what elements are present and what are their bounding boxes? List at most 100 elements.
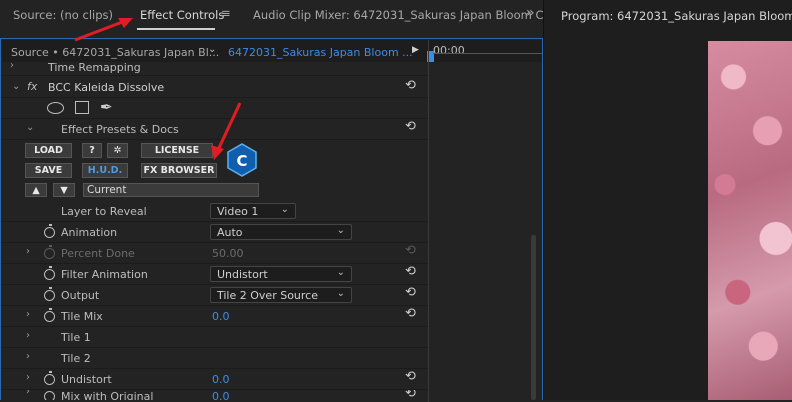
reset-icon[interactable]: ⟲: [405, 78, 416, 93]
param-label: Output: [61, 289, 100, 302]
param-row-filter-animation: Filter Animation Undistort ⌄ ⟲: [1, 264, 427, 285]
presets-row[interactable]: ⌄ Effect Presets & Docs ⟲: [1, 119, 427, 140]
license-button[interactable]: LICENSE: [141, 143, 213, 158]
animation-dropdown[interactable]: Auto ⌄: [210, 224, 352, 240]
effect-header-row[interactable]: ⌄ fx BCC Kaleida Dissolve ⟲: [1, 77, 427, 98]
fx-browser-button[interactable]: FX BROWSER: [141, 163, 217, 178]
param-label: Layer to Reveal: [61, 205, 147, 218]
hud-button[interactable]: H.U.D.: [82, 163, 128, 178]
chevron-right-icon[interactable]: ›: [26, 330, 30, 341]
reset-icon[interactable]: ⟲: [405, 306, 416, 321]
param-row-output: Output Tile 2 Over Source ⌄ ⟲: [1, 285, 427, 306]
param-row-tile-mix: › Tile Mix 0.0 ⟲: [1, 306, 427, 327]
filter-animation-dropdown[interactable]: Undistort ⌄: [210, 266, 352, 282]
timeline-ruler: [433, 53, 542, 54]
param-label: Undistort: [61, 373, 112, 386]
chevron-down-icon[interactable]: ⌄: [26, 122, 34, 133]
logo-letter: C: [236, 152, 247, 170]
timeline-divider: [428, 40, 429, 402]
tab-effect-controls[interactable]: Effect Controls: [140, 8, 224, 22]
load-button[interactable]: LOAD: [25, 143, 72, 158]
param-label: Percent Done: [61, 247, 135, 260]
mix-with-original-value[interactable]: 0.0: [212, 390, 230, 400]
stopwatch-icon[interactable]: [44, 391, 55, 400]
time-remapping-row[interactable]: › Time Remapping: [1, 60, 427, 76]
stopwatch-icon[interactable]: [44, 245, 55, 259]
dropdown-value: Undistort: [217, 268, 268, 281]
undistort-value[interactable]: 0.0: [212, 373, 230, 386]
play-triangle-icon[interactable]: ▶: [412, 45, 419, 55]
param-label: Tile 2: [61, 352, 91, 365]
bcc-logo-icon[interactable]: C: [226, 143, 258, 177]
chevron-right-icon[interactable]: ›: [26, 390, 30, 397]
source-clip-label[interactable]: Source • 6472031_Sakuras Japan Bl...: [11, 46, 219, 59]
reset-icon[interactable]: ⟲: [405, 264, 416, 279]
stopwatch-icon[interactable]: [44, 371, 55, 385]
reset-icon[interactable]: ⟲: [405, 285, 416, 300]
mask-tools-row: ✒: [1, 98, 427, 119]
output-dropdown[interactable]: Tile 2 Over Source ⌄: [210, 287, 352, 303]
timeline-timecode: 00:00: [433, 44, 465, 57]
chevron-right-icon[interactable]: ›: [26, 372, 30, 383]
stopwatch-icon[interactable]: [44, 224, 55, 238]
scrollbar[interactable]: [531, 235, 536, 400]
ellipse-mask-icon[interactable]: [47, 102, 64, 114]
preset-down-button[interactable]: ▼: [53, 183, 75, 197]
chevron-right-icon[interactable]: ›: [10, 60, 14, 71]
time-remapping-label: Time Remapping: [48, 61, 141, 74]
tab-overflow-icon[interactable]: »: [526, 5, 535, 21]
save-button[interactable]: SAVE: [25, 163, 72, 178]
reset-icon[interactable]: ⟲: [405, 369, 416, 384]
preset-up-button[interactable]: ▲: [25, 183, 47, 197]
param-row-undistort: › Undistort 0.0 ⟲: [1, 369, 427, 390]
chevron-down-icon: ⌄: [336, 267, 345, 278]
chevron-down-icon: ⌄: [280, 204, 289, 215]
param-row-tile-2[interactable]: › Tile 2: [1, 348, 427, 369]
effect-controls-panel: Source: (no clips) Effect Controls ≡ Aud…: [0, 0, 544, 402]
rectangle-mask-icon[interactable]: [75, 101, 89, 114]
layer-to-reveal-dropdown[interactable]: Video 1 ⌄: [210, 203, 296, 219]
stopwatch-icon[interactable]: [44, 308, 55, 322]
sequence-clip-label[interactable]: 6472031_Sakuras Japan Bloom ...: [228, 46, 413, 59]
param-row-percent-done: › Percent Done 50.00 ⟲: [1, 243, 427, 264]
percent-done-value[interactable]: 50.00: [212, 247, 244, 260]
settings-gear-button[interactable]: ✲: [107, 143, 128, 158]
stopwatch-icon[interactable]: [44, 287, 55, 301]
program-monitor-panel: Program: 6472031_Sakuras Japan Bloom Che…: [543, 0, 792, 400]
preset-name-field[interactable]: Current: [83, 183, 259, 197]
help-button[interactable]: ?: [82, 143, 102, 158]
tile-mix-value[interactable]: 0.0: [212, 310, 230, 323]
tab-source[interactable]: Source: (no clips): [13, 8, 113, 22]
param-label: Animation: [61, 226, 118, 239]
chevron-down-icon[interactable]: ⌄: [208, 44, 216, 55]
stopwatch-icon[interactable]: [44, 266, 55, 280]
chevron-right-icon[interactable]: ›: [26, 351, 30, 362]
effect-name: BCC Kaleida Dissolve: [48, 81, 165, 94]
reset-icon[interactable]: ⟲: [405, 390, 416, 400]
chevron-down-icon[interactable]: ⌄: [12, 81, 20, 92]
chevron-down-icon: ⌄: [336, 225, 345, 236]
chevron-right-icon[interactable]: ›: [26, 246, 30, 257]
presets-label: Effect Presets & Docs: [61, 123, 179, 136]
panel-tab-bar: Source: (no clips) Effect Controls ≡ Aud…: [0, 0, 544, 30]
param-label: Tile 1: [61, 331, 91, 344]
dropdown-value: Video 1: [217, 205, 259, 218]
program-monitor-title[interactable]: Program: 6472031_Sakuras Japan Bloom Che…: [561, 9, 792, 23]
param-label: Filter Animation: [61, 268, 148, 281]
dropdown-value: Auto: [217, 226, 243, 239]
video-preview-frame[interactable]: [708, 41, 792, 400]
param-row-tile-1[interactable]: › Tile 1: [1, 327, 427, 348]
param-row-mix-with-original: › Mix with Original 0.0 ⟲: [1, 390, 427, 400]
fx-icon[interactable]: fx: [27, 80, 37, 93]
pen-mask-icon[interactable]: ✒: [100, 98, 113, 116]
tab-audio-clip-mixer[interactable]: Audio Clip Mixer: 6472031_Sakuras Japan …: [253, 8, 544, 22]
chevron-down-icon: ⌄: [336, 288, 345, 299]
ec-header: Source • 6472031_Sakuras Japan Bl... ⌄ 6…: [2, 40, 542, 62]
dropdown-value: Tile 2 Over Source: [217, 289, 318, 302]
param-label: Mix with Original: [61, 390, 154, 400]
chevron-right-icon[interactable]: ›: [26, 309, 30, 320]
param-row-layer-to-reveal: Layer to Reveal Video 1 ⌄: [1, 201, 427, 222]
panel-menu-icon[interactable]: ≡: [221, 6, 231, 20]
reset-icon[interactable]: ⟲: [405, 119, 416, 134]
reset-icon[interactable]: ⟲: [405, 243, 416, 258]
